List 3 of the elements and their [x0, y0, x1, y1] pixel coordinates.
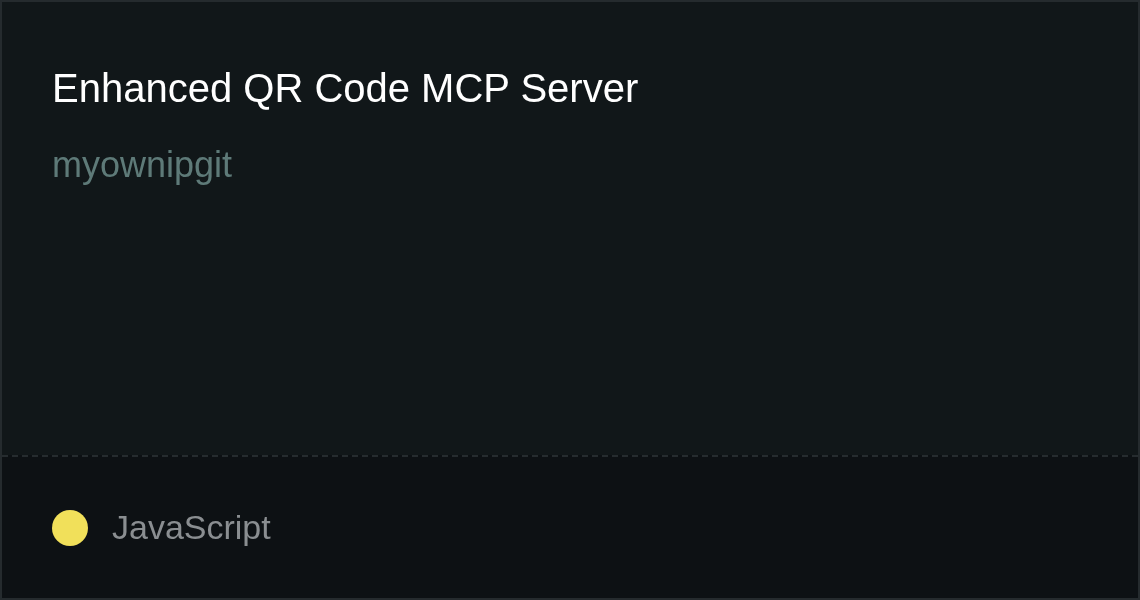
language-label: JavaScript [112, 508, 271, 547]
author-name: myownipgit [52, 144, 234, 186]
card-title: Enhanced QR Code MCP Server [52, 65, 640, 112]
